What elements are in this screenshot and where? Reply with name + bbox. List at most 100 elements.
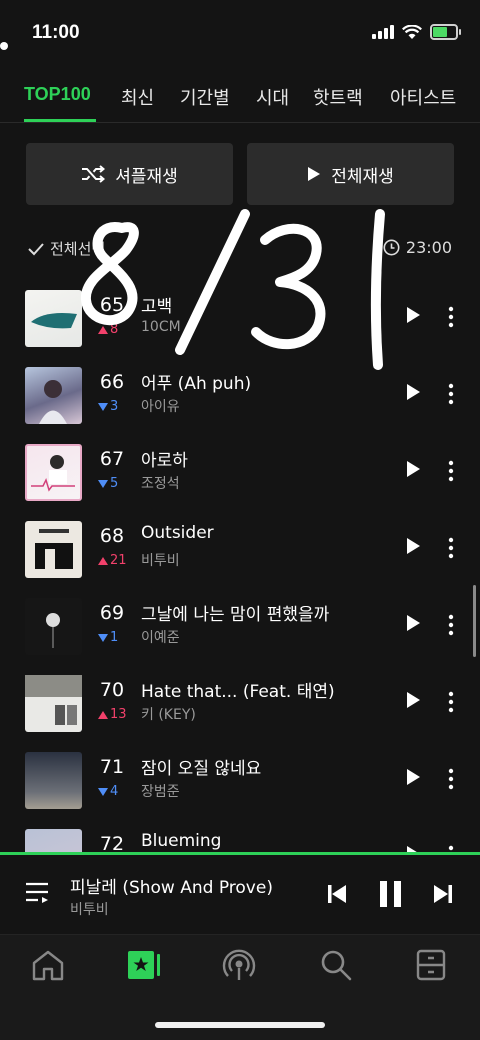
assistive-touch-dot[interactable]: [0, 42, 8, 50]
more-icon[interactable]: [448, 537, 454, 559]
play-icon[interactable]: [405, 306, 421, 324]
album-cover: [25, 444, 82, 501]
rank-number: 66: [99, 371, 125, 393]
song-title: Blueming: [141, 831, 222, 851]
rank-up-icon: [98, 710, 108, 719]
list-scrollbar[interactable]: [473, 585, 476, 657]
rank-change-value: 13: [110, 707, 127, 722]
shuffle-play-button[interactable]: 셔플재생: [26, 143, 233, 205]
song-title: 어푸 (Ah puh): [141, 374, 252, 394]
rank-number: 68: [99, 525, 125, 547]
play-icon[interactable]: [405, 691, 421, 709]
album-cover: [25, 521, 82, 578]
now-playing-bar[interactable]: 피날레 (Show And Prove) 비투비: [0, 852, 480, 937]
tab-artist[interactable]: 아티스트: [390, 84, 456, 110]
more-icon[interactable]: [448, 614, 454, 636]
rank-change-value: 3: [110, 399, 119, 414]
play-icon[interactable]: [405, 614, 421, 632]
play-icon: [308, 167, 321, 181]
album-cover: [25, 675, 82, 732]
song-title: Outsider: [141, 523, 214, 543]
tab-hottrack[interactable]: 핫트랙: [313, 84, 363, 110]
rank-change: 3: [98, 399, 118, 414]
check-icon: [28, 242, 44, 255]
song-row[interactable]: 65 8 고백 10CM: [0, 280, 480, 356]
more-icon[interactable]: [448, 460, 454, 482]
rank-down-icon: [98, 787, 108, 796]
search-icon[interactable]: [320, 949, 352, 981]
battery-icon: [430, 24, 461, 40]
shuffle-play-label: 셔플재생: [115, 166, 178, 187]
song-row[interactable]: 72 Blueming: [0, 819, 480, 853]
rank-up-icon: [98, 556, 108, 565]
song-row[interactable]: 71 4 잠이 오질 않네요 장범준: [0, 742, 480, 818]
my-music-icon[interactable]: [126, 949, 162, 981]
play-icon[interactable]: [405, 537, 421, 555]
signal-icon: [372, 25, 394, 39]
song-artist: 키 (KEY): [141, 707, 196, 723]
rank-change: 21: [98, 553, 127, 568]
song-row[interactable]: 68 21 Outsider 비투비: [0, 511, 480, 587]
play-all-button[interactable]: 전체재생: [247, 143, 454, 205]
song-row[interactable]: 67 5 아로하 조정석: [0, 434, 480, 510]
podcast-icon[interactable]: [222, 949, 256, 983]
tab-latest[interactable]: 최신: [121, 84, 154, 110]
menu-icon[interactable]: [416, 949, 446, 981]
song-artist: 10CM: [141, 319, 181, 335]
rank-number: 72: [99, 833, 125, 853]
play-icon[interactable]: [405, 768, 421, 786]
song-row[interactable]: 66 3 어푸 (Ah puh) 아이유: [0, 357, 480, 433]
duration-value: 23:00: [405, 238, 452, 257]
song-list: 65 8 고백 10CM 66 3 어푸 (Ah puh) 아이유 67 5 아…: [0, 280, 480, 853]
playlist-icon[interactable]: [24, 881, 52, 905]
more-icon[interactable]: [448, 383, 454, 405]
tab-era[interactable]: 시대: [256, 84, 289, 110]
rank-down-icon: [98, 402, 108, 411]
rank-up-icon: [98, 325, 108, 334]
pause-icon[interactable]: [378, 880, 404, 908]
song-title: 아로하: [141, 451, 188, 471]
rank-change-value: 1: [110, 630, 119, 645]
song-row[interactable]: 69 1 그날에 나는 맘이 편했을까 이예준: [0, 588, 480, 664]
tab-period[interactable]: 기간별: [180, 84, 230, 110]
play-icon[interactable]: [405, 383, 421, 401]
album-cover: [25, 752, 82, 809]
rank-down-icon: [98, 633, 108, 642]
play-icon[interactable]: [405, 460, 421, 478]
chart-tabs: TOP100 최신 기간별 시대 핫트랙 아티스트: [0, 80, 480, 123]
song-artist: 이예준: [141, 630, 180, 646]
song-title: 그날에 나는 맘이 편했을까: [141, 605, 330, 625]
select-all-toggle[interactable]: 전체선택: [28, 238, 105, 259]
active-tab-indicator: [24, 119, 96, 122]
home-icon[interactable]: [31, 949, 65, 981]
song-title: 고백: [141, 297, 173, 317]
more-icon[interactable]: [448, 306, 454, 328]
home-indicator[interactable]: [155, 1022, 325, 1028]
rank-change: 13: [98, 707, 127, 722]
album-cover: [25, 367, 82, 424]
song-artist: 비투비: [141, 553, 180, 569]
rank-number: 67: [99, 448, 125, 470]
select-all-label: 전체선택: [50, 240, 106, 258]
more-icon[interactable]: [448, 691, 454, 713]
rank-change-value: 4: [110, 784, 119, 799]
song-artist: 조정석: [141, 476, 180, 492]
play-all-label: 전체재생: [331, 166, 394, 187]
rank-change: 4: [98, 784, 118, 799]
next-track-icon[interactable]: [432, 883, 454, 905]
rank-change-value: 5: [110, 476, 119, 491]
rank-number: 71: [99, 756, 125, 778]
rank-number: 69: [99, 602, 125, 624]
rank-change: 5: [98, 476, 118, 491]
rank-change-value: 8: [110, 322, 119, 337]
song-title: 잠이 오질 않네요: [141, 759, 262, 779]
status-bar: 11:00: [0, 0, 480, 70]
song-artist: 장범준: [141, 784, 180, 800]
rank-change-value: 21: [110, 553, 127, 568]
more-icon[interactable]: [448, 768, 454, 790]
wifi-icon: [402, 24, 422, 39]
tab-top100[interactable]: TOP100: [24, 84, 91, 105]
previous-track-icon[interactable]: [326, 883, 348, 905]
song-row[interactable]: 70 13 Hate that... (Feat. 태연) 키 (KEY): [0, 665, 480, 741]
clock-icon: [383, 239, 400, 256]
